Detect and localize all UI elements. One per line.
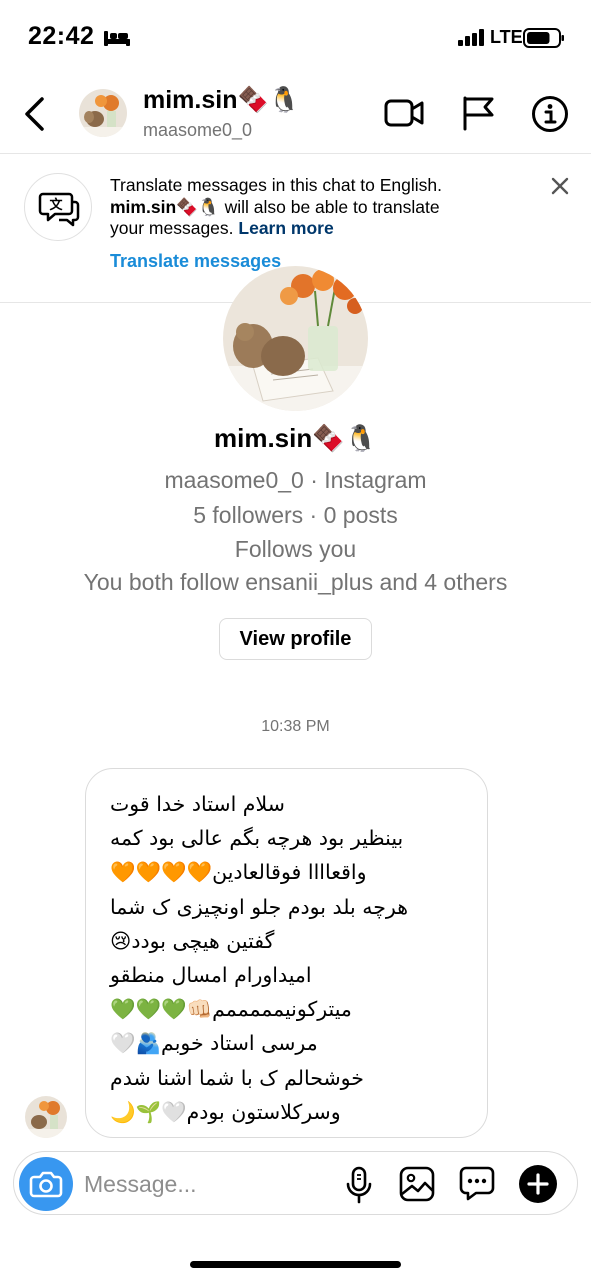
status-bar: 22:42 LTE [0,0,591,76]
header-display-name[interactable]: mim.sin🍫🐧 [143,86,300,115]
battery-icon [523,28,564,48]
translate-icon-wrapper: 文 [24,173,92,241]
translate-banner-text: Translate messages in this chat to Engli… [110,175,530,240]
video-call-icon[interactable] [384,96,424,130]
profile-display-name: mim.sin🍫🐧 [214,423,377,453]
gallery-icon[interactable] [398,1165,436,1203]
sticker-icon[interactable] [458,1164,496,1202]
info-icon[interactable] [531,95,569,133]
banner-line-1: Translate messages in this chat to Engli… [110,175,443,195]
message-line: هرچه بلد بودم جلو اونچیزی ک شما [110,894,409,919]
header-username[interactable]: maasome0_0 [143,120,252,141]
plus-icon[interactable] [518,1164,558,1204]
chat-header: mim.sin🍫🐧 maasome0_0 [0,76,591,154]
message-input[interactable] [84,1164,334,1204]
message-line: مرسی استاد خوبم🫂🤍 [110,1031,318,1056]
message-line: وسرکلاستون بودم🤍🌱🌙 [110,1099,341,1124]
learn-more-link[interactable]: Learn more [238,218,333,238]
home-indicator [190,1261,401,1268]
banner-line-3: your messages. [110,218,239,238]
message-timestamp: 10:38 PM [261,718,330,735]
sender-avatar[interactable] [25,1096,67,1138]
banner-name: mim.sin🍫🐧 [110,196,220,217]
message-line: گفتین هیچی بودد😢 [110,928,275,953]
message-line: خوشحالم ک با شما اشنا شدم [110,1065,364,1090]
header-avatar[interactable] [79,89,127,137]
close-icon[interactable] [551,177,569,195]
message-line: بینظیر بود هرچه بگم عالی بود کمه [110,826,404,851]
back-arrow-icon[interactable] [22,94,48,134]
message-bubble[interactable]: سلام استاد خدا قوت بینظیر بود هرچه بگم ع… [85,768,488,1138]
sleep-focus-icon [104,31,130,46]
profile-stats: 5 followers · 0 posts [193,502,398,528]
camera-button[interactable] [19,1157,73,1211]
banner-line-2: will also be able to translate [219,196,440,217]
svg-text:文: 文 [49,197,63,213]
cell-signal-icon [458,29,484,46]
status-time: 22:42 [28,22,95,50]
view-profile-button[interactable]: View profile [219,618,372,660]
message-text: سلام استاد خدا قوت بینظیر بود هرچه بگم ع… [110,787,470,1129]
message-line: سلام استاد خدا قوت [110,792,285,816]
profile-follows-you: Follows you [234,536,357,562]
camera-icon [29,1171,63,1198]
message-line: واقعاااا فوقالعادین🧡🧡🧡🧡 [110,860,367,885]
profile-username-line: maasome0_0 · Instagram [164,467,427,493]
message-line: امیداورام امسال منطقو [110,963,312,988]
network-type: LTE [490,27,523,47]
profile-avatar[interactable] [223,266,368,411]
message-line: میترکونیمممممم👊🏻💚💚💚 [110,997,352,1022]
microphone-icon[interactable] [344,1166,374,1204]
profile-mutual-followers: You both follow ensanii_plus and 4 other… [83,569,508,595]
translate-bubble-icon: 文 [38,192,80,227]
translate-messages-button[interactable]: Translate messages [110,251,281,272]
message-composer [13,1151,578,1215]
flag-icon[interactable] [461,95,495,131]
